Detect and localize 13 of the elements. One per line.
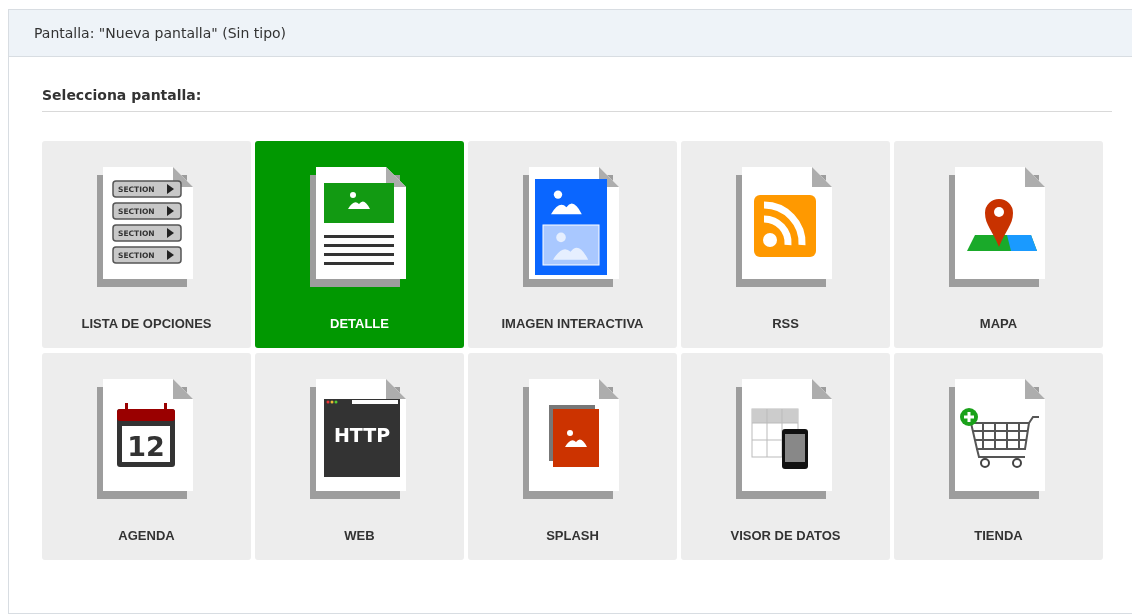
screen-type-tile[interactable]: DETALLE — [255, 141, 464, 348]
section-title: Selecciona pantalla: — [42, 87, 203, 105]
screen-type-tile[interactable]: HTTP WEB — [255, 353, 464, 560]
http-label: HTTP — [333, 424, 390, 446]
screen-type-tile[interactable]: SPLASH — [468, 353, 677, 560]
screen-type-tile[interactable]: TIENDA — [894, 353, 1103, 560]
screen-type-tile[interactable]: VISOR DE DATOS — [681, 353, 890, 560]
screen-type-tile[interactable]: RSS — [681, 141, 890, 348]
calendar-day: 12 — [126, 431, 165, 462]
screen-type-tile[interactable]: 12 AGENDA — [42, 353, 251, 560]
screen-type-tile[interactable]: IMAGEN INTERACTIVA — [468, 141, 677, 348]
screen-type-tile[interactable]: MAPA — [894, 141, 1103, 348]
panel-title: Pantalla: "Nueva pantalla" (Sin tipo) — [34, 25, 287, 41]
